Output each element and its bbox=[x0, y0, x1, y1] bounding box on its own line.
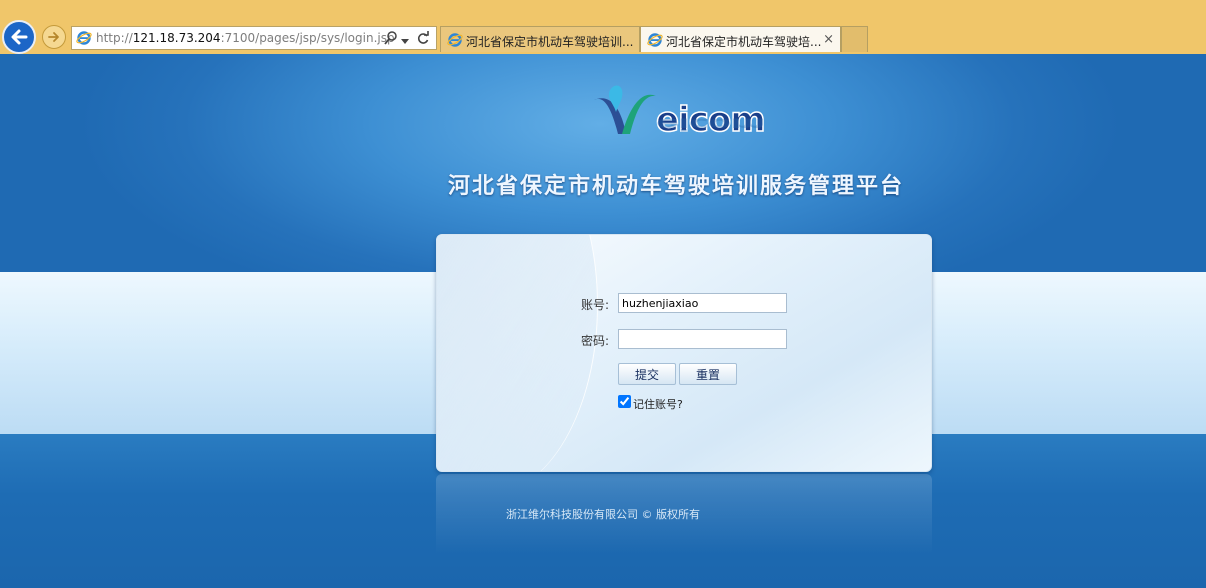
url-host: 121.18.73.204 bbox=[132, 31, 221, 45]
platform-title: 河北省保定市机动车驾驶培训服务管理平台 bbox=[448, 174, 905, 199]
login-panel: 账号: 密码: 提交 重置 记住账号? bbox=[436, 234, 932, 472]
account-input[interactable] bbox=[618, 293, 787, 313]
forward-button[interactable] bbox=[42, 25, 66, 49]
back-arrow-icon bbox=[11, 29, 28, 45]
tab-label: 河北省保定市机动车驾驶培训... bbox=[466, 35, 634, 49]
tab-2-active[interactable]: 河北省保定市机动车驾驶培... × bbox=[640, 26, 841, 52]
ie-icon bbox=[647, 32, 663, 51]
ie-icon bbox=[76, 30, 92, 49]
logo-reflection: eicom bbox=[656, 114, 765, 134]
back-button[interactable] bbox=[2, 20, 36, 54]
url-text[interactable]: http://121.18.73.204:7100/pages/jsp/sys/… bbox=[96, 31, 395, 45]
new-tab-button[interactable] bbox=[841, 26, 868, 52]
copyright-text: 浙江维尔科技股份有限公司 © 版权所有 bbox=[506, 508, 700, 521]
password-label: 密码: bbox=[581, 334, 610, 348]
password-input[interactable] bbox=[618, 329, 787, 349]
dropdown-icon[interactable] bbox=[401, 34, 409, 48]
close-icon[interactable]: × bbox=[823, 32, 834, 47]
remember-label: 记住账号? bbox=[633, 398, 683, 411]
address-bar[interactable]: http://121.18.73.204:7100/pages/jsp/sys/… bbox=[71, 26, 437, 50]
tab-1[interactable]: 河北省保定市机动车驾驶培训... bbox=[440, 26, 640, 52]
reset-button[interactable]: 重置 bbox=[679, 363, 737, 385]
panel-sheen bbox=[437, 235, 598, 471]
search-icon[interactable] bbox=[384, 30, 398, 49]
remember-checkbox[interactable] bbox=[618, 395, 631, 408]
login-page: eicom eicom 河北省保定市机动车驾驶培训服务管理平台 账号: 密码: … bbox=[0, 54, 1206, 588]
refresh-icon[interactable] bbox=[416, 30, 430, 49]
tab-label: 河北省保定市机动车驾驶培... bbox=[666, 35, 822, 49]
weicom-logo-icon bbox=[592, 82, 662, 145]
forward-arrow-icon bbox=[48, 32, 59, 42]
ie-icon bbox=[447, 32, 463, 51]
browser-chrome: http://121.18.73.204:7100/pages/jsp/sys/… bbox=[0, 0, 1206, 54]
submit-button[interactable]: 提交 bbox=[618, 363, 676, 385]
account-label: 账号: bbox=[581, 298, 610, 312]
